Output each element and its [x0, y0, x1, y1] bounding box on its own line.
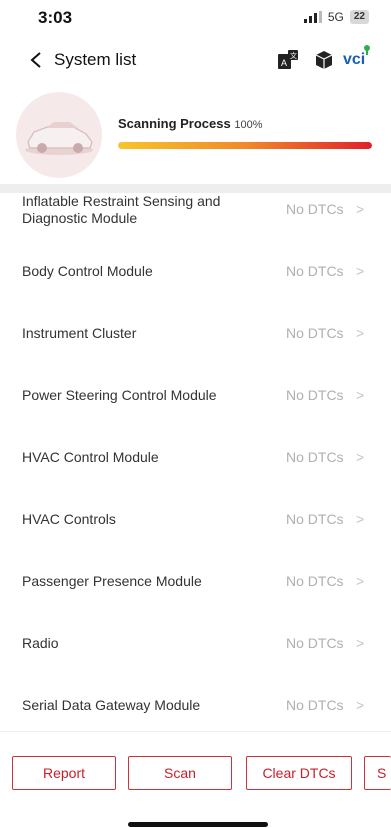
module-name: Power Steering Control Module	[22, 387, 217, 403]
vci-icon[interactable]: vci	[343, 45, 373, 73]
battery-icon: 22	[349, 10, 369, 24]
module-status: No DTCs	[286, 449, 344, 465]
module-status: No DTCs	[286, 635, 344, 651]
scan-label: Scanning Process	[118, 116, 231, 131]
module-status: No DTCs	[286, 325, 344, 341]
list-item[interactable]: Passenger Presence Module No DTCs >	[0, 553, 391, 615]
car-icon	[16, 92, 102, 178]
list-item[interactable]: HVAC Controls No DTCs >	[0, 491, 391, 553]
scan-progress-card: Scanning Process 100%	[0, 88, 391, 184]
module-status: No DTCs	[286, 387, 344, 403]
chevron-right-icon: >	[356, 449, 365, 465]
module-status: No DTCs	[286, 263, 344, 279]
clear-dtcs-button[interactable]: Clear DTCs	[246, 756, 352, 790]
list-item[interactable]: Body Control Module No DTCs >	[0, 243, 391, 305]
chevron-right-icon: >	[356, 263, 365, 279]
list-item[interactable]: Serial Data Gateway Module No DTCs >	[0, 677, 391, 739]
scan-percent: 100%	[234, 119, 263, 131]
module-status: No DTCs	[286, 511, 344, 527]
svg-text:文: 文	[290, 51, 297, 60]
module-name: HVAC Control Module	[22, 449, 159, 465]
chevron-right-icon: >	[356, 511, 365, 527]
chevron-right-icon: >	[356, 573, 365, 589]
module-name: HVAC Controls	[22, 511, 116, 527]
network-label: 5G	[327, 10, 344, 24]
chevron-right-icon: >	[356, 201, 365, 217]
partial-action-button[interactable]: S	[364, 756, 391, 790]
module-status: No DTCs	[286, 573, 344, 589]
vci-label: vci	[343, 51, 366, 68]
page-title: System list	[54, 50, 137, 69]
chevron-right-icon: >	[356, 697, 365, 713]
scan-status-text: Scanning Process 100%	[118, 116, 262, 131]
module-name: Radio	[22, 635, 59, 651]
module-name: Inflatable Restraint Sensing and Diagnos…	[22, 193, 221, 226]
cube-icon[interactable]	[314, 49, 334, 71]
scan-button[interactable]: Scan	[128, 756, 232, 790]
scan-progress-fill	[118, 142, 372, 149]
home-indicator[interactable]	[128, 822, 268, 827]
status-indicators: 5G 22	[303, 10, 369, 24]
report-button[interactable]: Report	[12, 756, 116, 790]
list-item[interactable]: Instrument Cluster No DTCs >	[0, 305, 391, 367]
status-bar: 3:03 5G 22	[0, 0, 391, 36]
module-name: Serial Data Gateway Module	[22, 697, 201, 713]
list-item[interactable]: Power Steering Control Module No DTCs >	[0, 367, 391, 429]
signal-icon	[303, 11, 322, 23]
chevron-right-icon: >	[356, 387, 365, 403]
module-name: Body Control Module	[22, 263, 153, 279]
list-item[interactable]: Radio No DTCs >	[0, 615, 391, 677]
status-time: 3:03	[38, 8, 73, 27]
list-item[interactable]: HVAC Control Module No DTCs >	[0, 429, 391, 491]
bottom-action-bar: Report Scan Clear DTCs S	[0, 731, 391, 828]
module-status: No DTCs	[286, 201, 344, 217]
chevron-right-icon: >	[356, 635, 365, 651]
module-list: Inflatable Restraint Sensing and Diagnos…	[0, 193, 391, 739]
module-status: No DTCs	[286, 697, 344, 713]
list-item[interactable]: Inflatable Restraint Sensing and Diagnos…	[0, 193, 391, 243]
section-divider	[0, 184, 391, 193]
svg-text:A: A	[281, 58, 287, 68]
module-name: Passenger Presence Module	[22, 573, 202, 589]
scan-progress-bar	[118, 142, 372, 149]
back-chevron-icon[interactable]	[28, 50, 44, 70]
top-navigation: System list A 文 vci	[0, 40, 391, 80]
translate-icon[interactable]: A 文	[277, 49, 299, 71]
module-name: Instrument Cluster	[22, 325, 137, 341]
chevron-right-icon: >	[356, 325, 365, 341]
